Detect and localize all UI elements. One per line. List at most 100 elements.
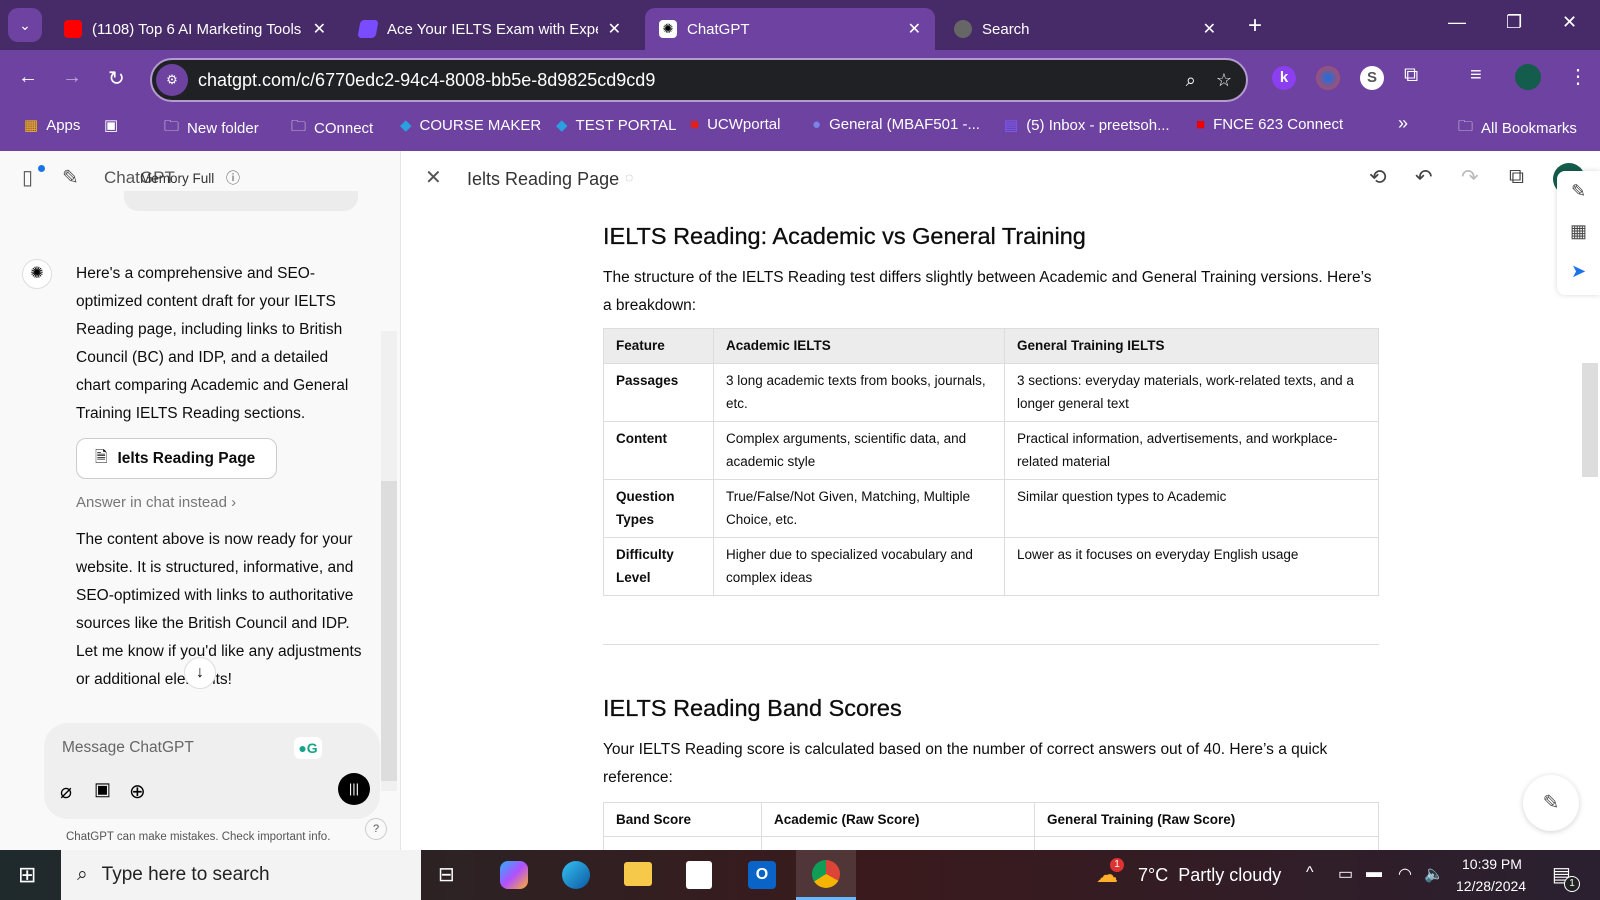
table-header: Feature	[603, 328, 714, 364]
tab-ielts[interactable]: Ace Your IELTS Exam with Expert ✕	[345, 8, 635, 50]
tab-search-button[interactable]: ⌄	[8, 8, 42, 42]
scroll-down-button[interactable]: ↓	[184, 657, 216, 689]
tab-youtube[interactable]: (1108) Top 6 AI Marketing Tools ✕	[50, 8, 340, 50]
tab-strip: ⌄ (1108) Top 6 AI Marketing Tools ✕ Ace …	[0, 0, 1600, 50]
rocket-tool-icon[interactable]: ➤	[1557, 251, 1600, 291]
outlook-icon[interactable]: O	[748, 861, 776, 889]
message-composer[interactable]: Message ChatGPT ●G ⌀ ▣ ⊕ |||	[44, 723, 380, 819]
tab-chatgpt[interactable]: ✺ ChatGPT ✕	[645, 8, 935, 50]
address-bar[interactable]: ⚙ chatgpt.com/c/6770edc2-94c4-8008-bb5e-…	[150, 58, 1248, 102]
bookmark-connect[interactable]: 🗀 COnnect	[291, 116, 373, 141]
close-canvas-icon[interactable]: ✕	[425, 165, 442, 190]
canvas-scrollbar-thumb[interactable]	[1582, 363, 1598, 477]
help-button[interactable]: ?	[365, 818, 387, 840]
task-view-icon[interactable]: ⊟	[438, 862, 455, 887]
bookmark-new-folder[interactable]: 🗀 New folder	[164, 116, 259, 141]
chrome-taskbar-button[interactable]	[796, 850, 856, 900]
bookmark-star-icon[interactable]: ☆	[1216, 70, 1232, 91]
table-cell: Higher due to specialized vocabulary and…	[713, 536, 1005, 596]
document-body[interactable]: IELTS Reading: Academic vs General Train…	[603, 223, 1379, 850]
previous-message-bubble	[124, 191, 358, 211]
new-chat-icon[interactable]: ✎	[62, 165, 79, 190]
bookmark-test-portal[interactable]: ◆ TEST PORTAL	[556, 116, 676, 135]
bookmark-apps[interactable]: ▦ Apps	[24, 116, 80, 135]
volume-icon[interactable]: 🔈	[1424, 864, 1444, 884]
chat-scrollbar[interactable]	[381, 331, 397, 791]
side-tools-panel: ✎ ▦ ➤	[1557, 171, 1600, 295]
clock-date[interactable]: 12/28/2024	[1456, 878, 1526, 894]
table-cell: True/False/Not Given, Matching, Multiple…	[713, 478, 1005, 538]
copilot-icon[interactable]	[500, 861, 528, 889]
tab-search[interactable]: Search ✕	[940, 8, 1230, 50]
info-icon[interactable]: ⓘ	[226, 168, 240, 188]
undo-icon[interactable]: ↶	[1415, 165, 1433, 190]
close-tab-icon[interactable]: ✕	[908, 19, 921, 39]
edit-suggest-icon[interactable]: ✎	[1557, 171, 1600, 211]
site-info-icon[interactable]: ⚙	[156, 64, 188, 96]
menu-kebab-icon[interactable]: ⋮	[1568, 64, 1588, 89]
attach-icon[interactable]: ⌀	[60, 779, 72, 804]
redo-icon[interactable]: ↷	[1461, 165, 1479, 190]
grammarly-icon[interactable]: ●G	[294, 737, 322, 759]
url-text[interactable]: chatgpt.com/c/6770edc2-94c4-8008-bb5e-8d…	[198, 70, 1186, 91]
bookmark-inbox[interactable]: ▤ (5) Inbox - preetsoh...	[1004, 116, 1170, 135]
tab-groups-icon[interactable]: ▣	[104, 116, 118, 134]
file-explorer-icon[interactable]	[624, 862, 652, 886]
forward-icon[interactable]: →	[62, 66, 82, 89]
answer-in-chat-link[interactable]: Answer in chat instead ›	[76, 494, 236, 511]
sidebar-toggle-icon[interactable]: ▯	[22, 165, 33, 190]
close-tab-icon[interactable]: ✕	[313, 19, 326, 39]
media-control-icon[interactable]: ≡	[1470, 64, 1482, 87]
open-canvas-button[interactable]: 🗎 Ielts Reading Page	[76, 438, 277, 479]
all-bookmarks-button[interactable]: 🗀 All Bookmarks	[1458, 116, 1577, 141]
table-cell: Difficulty Level	[603, 536, 714, 596]
course-maker-icon: ◆	[400, 117, 412, 134]
extension-s-icon[interactable]: S	[1360, 66, 1384, 90]
show-hidden-icons-icon[interactable]: ^	[1306, 864, 1314, 882]
version-history-icon[interactable]: ⟲	[1369, 165, 1387, 190]
wifi-icon[interactable]: ◠	[1398, 864, 1412, 884]
extensions-puzzle-icon[interactable]: ⧉	[1404, 64, 1418, 87]
bookmark-teams-general[interactable]: ● General (MBAF501 -...	[812, 116, 980, 133]
tools-icon[interactable]: ▣	[94, 779, 111, 800]
close-tab-icon[interactable]: ✕	[1203, 19, 1216, 39]
minimize-button[interactable]: —	[1448, 12, 1466, 33]
bookmark-ucwportal[interactable]: ■ UCWportal	[690, 116, 780, 133]
camera-icon[interactable]: ▭	[1338, 864, 1353, 884]
taskbar-search[interactable]: ⌕ Type here to search	[61, 850, 421, 900]
youtube-icon	[64, 20, 82, 38]
section-heading: IELTS Reading: Academic vs General Train…	[603, 223, 1086, 249]
new-tab-button[interactable]: +	[1248, 12, 1262, 40]
paragraph: Your IELTS Reading score is calculated b…	[603, 740, 1328, 786]
close-tab-icon[interactable]: ✕	[608, 19, 621, 39]
assistant-message: The content above is now ready for your …	[76, 531, 362, 688]
windows-start-icon[interactable]: ⊞	[18, 862, 36, 888]
restore-button[interactable]: ❐	[1506, 12, 1522, 33]
bookmark-fnce623[interactable]: ■ FNCE 623 Connect	[1196, 116, 1343, 133]
chatgpt-avatar-icon: ✺	[22, 259, 52, 289]
extension-k-icon[interactable]: k	[1272, 66, 1296, 90]
microsoft-store-icon[interactable]	[686, 861, 712, 889]
bookmarks-overflow-button[interactable]: »	[1398, 113, 1408, 134]
scrollbar-thumb[interactable]	[381, 481, 397, 781]
back-icon[interactable]: ←	[18, 66, 38, 89]
voice-mode-button[interactable]: |||	[338, 773, 370, 805]
search-icon: ⌕	[77, 864, 88, 885]
close-window-button[interactable]: ✕	[1562, 12, 1577, 33]
profile-avatar[interactable]	[1515, 64, 1541, 90]
clock-time[interactable]: 10:39 PM	[1462, 856, 1522, 872]
weather-text[interactable]: 7°C Partly cloudy	[1138, 865, 1281, 886]
reload-icon[interactable]: ↻	[108, 66, 125, 91]
edge-icon[interactable]	[562, 861, 590, 889]
zoom-icon[interactable]: ⌕	[1186, 70, 1196, 91]
web-search-globe-icon[interactable]: ⊕	[129, 779, 146, 804]
copy-icon[interactable]: ⧉	[1509, 165, 1524, 189]
battery-icon[interactable]: ▬	[1366, 864, 1382, 882]
extension-color-icon[interactable]	[1316, 66, 1340, 90]
weather-badge: 1	[1110, 858, 1124, 872]
edit-suggestions-button[interactable]: ✎	[1523, 775, 1579, 831]
bookmark-course-maker[interactable]: ◆ COURSE MAKER	[400, 116, 541, 135]
table-cell: Content	[603, 420, 714, 480]
calendar-tool-icon[interactable]: ▦	[1557, 211, 1600, 251]
message-input[interactable]: Message ChatGPT	[62, 739, 194, 757]
